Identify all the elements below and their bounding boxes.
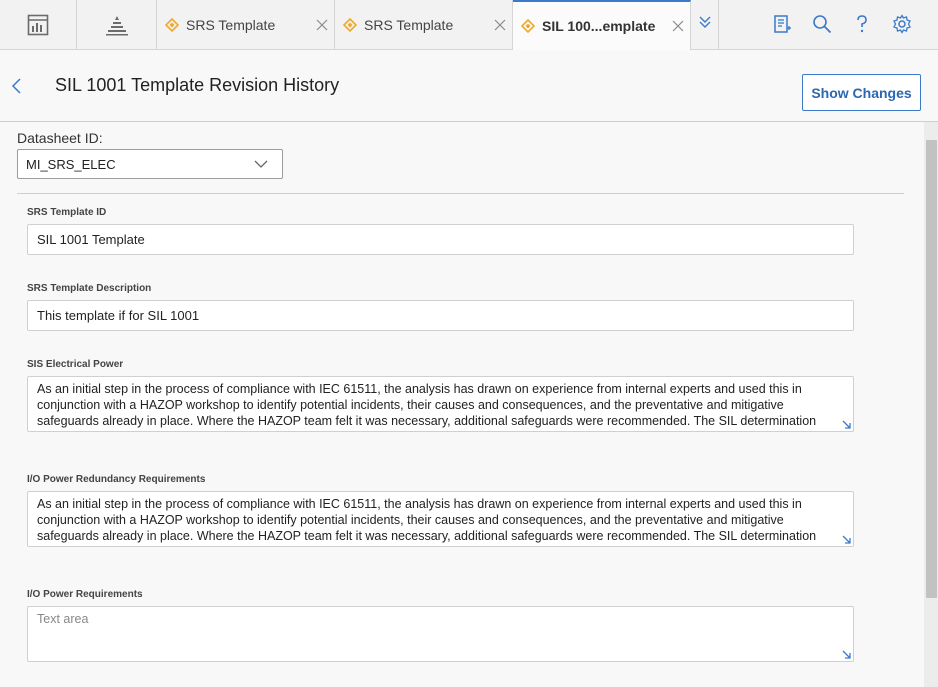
tab-label: SRS Template xyxy=(186,16,276,33)
notes-button[interactable] xyxy=(770,12,794,36)
chevron-down-icon xyxy=(254,160,268,168)
help-button[interactable] xyxy=(850,12,874,36)
help-icon xyxy=(857,15,867,33)
search-button[interactable] xyxy=(810,12,834,36)
io-power-requirements-label: I/O Power Requirements xyxy=(27,589,143,600)
close-icon[interactable] xyxy=(310,19,334,31)
scrollbar-thumb[interactable] xyxy=(926,140,937,598)
search-icon xyxy=(813,15,832,34)
close-icon[interactable] xyxy=(488,19,512,31)
asset-hierarchy-button[interactable] xyxy=(77,0,157,49)
tab-srs-template-2[interactable]: SRS Template xyxy=(335,0,513,49)
resize-handle-icon[interactable] xyxy=(842,650,851,659)
notes-icon xyxy=(774,15,791,33)
tab-label: SRS Template xyxy=(364,16,454,33)
settings-button[interactable] xyxy=(890,12,914,36)
srs-template-description-label: SRS Template Description xyxy=(27,283,152,294)
dashboard-icon xyxy=(27,14,49,35)
chevron-left-icon xyxy=(11,78,21,94)
divider xyxy=(17,193,904,194)
template-diamond-icon xyxy=(343,17,357,32)
hierarchy-icon xyxy=(105,15,128,35)
dashboard-button[interactable] xyxy=(0,0,77,49)
sis-electrical-power-label: SIS Electrical Power xyxy=(27,359,124,370)
template-diamond-icon xyxy=(521,19,535,33)
srs-template-id-label: SRS Template ID xyxy=(27,207,107,218)
srs-template-id-value: SIL 1001 Template xyxy=(37,232,145,247)
io-power-requirements-placeholder: Text area xyxy=(37,612,89,626)
srs-template-description-value: This template if for SIL 1001 xyxy=(37,308,200,323)
datasheet-id-label: Datasheet ID: xyxy=(17,130,103,146)
page-header: SIL 1001 Template Revision History Show … xyxy=(0,50,938,122)
template-diamond-icon xyxy=(165,17,179,32)
resize-handle-icon[interactable] xyxy=(842,420,851,429)
datasheet-id-value: MI_SRS_ELEC xyxy=(26,156,116,172)
page-title: SIL 1001 Template Revision History xyxy=(55,75,340,95)
resize-handle-icon[interactable] xyxy=(842,535,851,544)
gear-icon xyxy=(893,14,911,34)
io-power-redundancy-value: As an initial step in the process of com… xyxy=(37,497,817,546)
close-icon[interactable] xyxy=(666,20,690,32)
srs-template-id-field[interactable]: SIL 1001 Template xyxy=(27,224,854,255)
io-power-requirements-textarea[interactable]: Text area xyxy=(27,606,854,662)
tab-label: SIL 100...emplate xyxy=(542,18,656,34)
io-power-redundancy-textarea[interactable]: As an initial step in the process of com… xyxy=(27,491,854,547)
double-chevron-down-icon xyxy=(699,16,710,28)
tab-srs-template-1[interactable]: SRS Template xyxy=(157,0,335,49)
back-button[interactable] xyxy=(8,76,26,96)
sis-electrical-power-textarea[interactable]: As an initial step in the process of com… xyxy=(27,376,854,432)
more-tabs-button[interactable] xyxy=(691,0,719,49)
datasheet-id-select[interactable]: MI_SRS_ELEC xyxy=(17,149,283,179)
show-changes-button[interactable]: Show Changes xyxy=(802,74,921,111)
top-tab-bar: SRS Template SRS Template SIL 100...empl… xyxy=(0,0,938,50)
sis-electrical-power-value: As an initial step in the process of com… xyxy=(37,382,817,431)
srs-template-description-field[interactable]: This template if for SIL 1001 xyxy=(27,300,854,331)
io-power-redundancy-label: I/O Power Redundancy Requirements xyxy=(27,474,206,485)
tab-sil-1001-template[interactable]: SIL 100...emplate xyxy=(513,0,691,50)
